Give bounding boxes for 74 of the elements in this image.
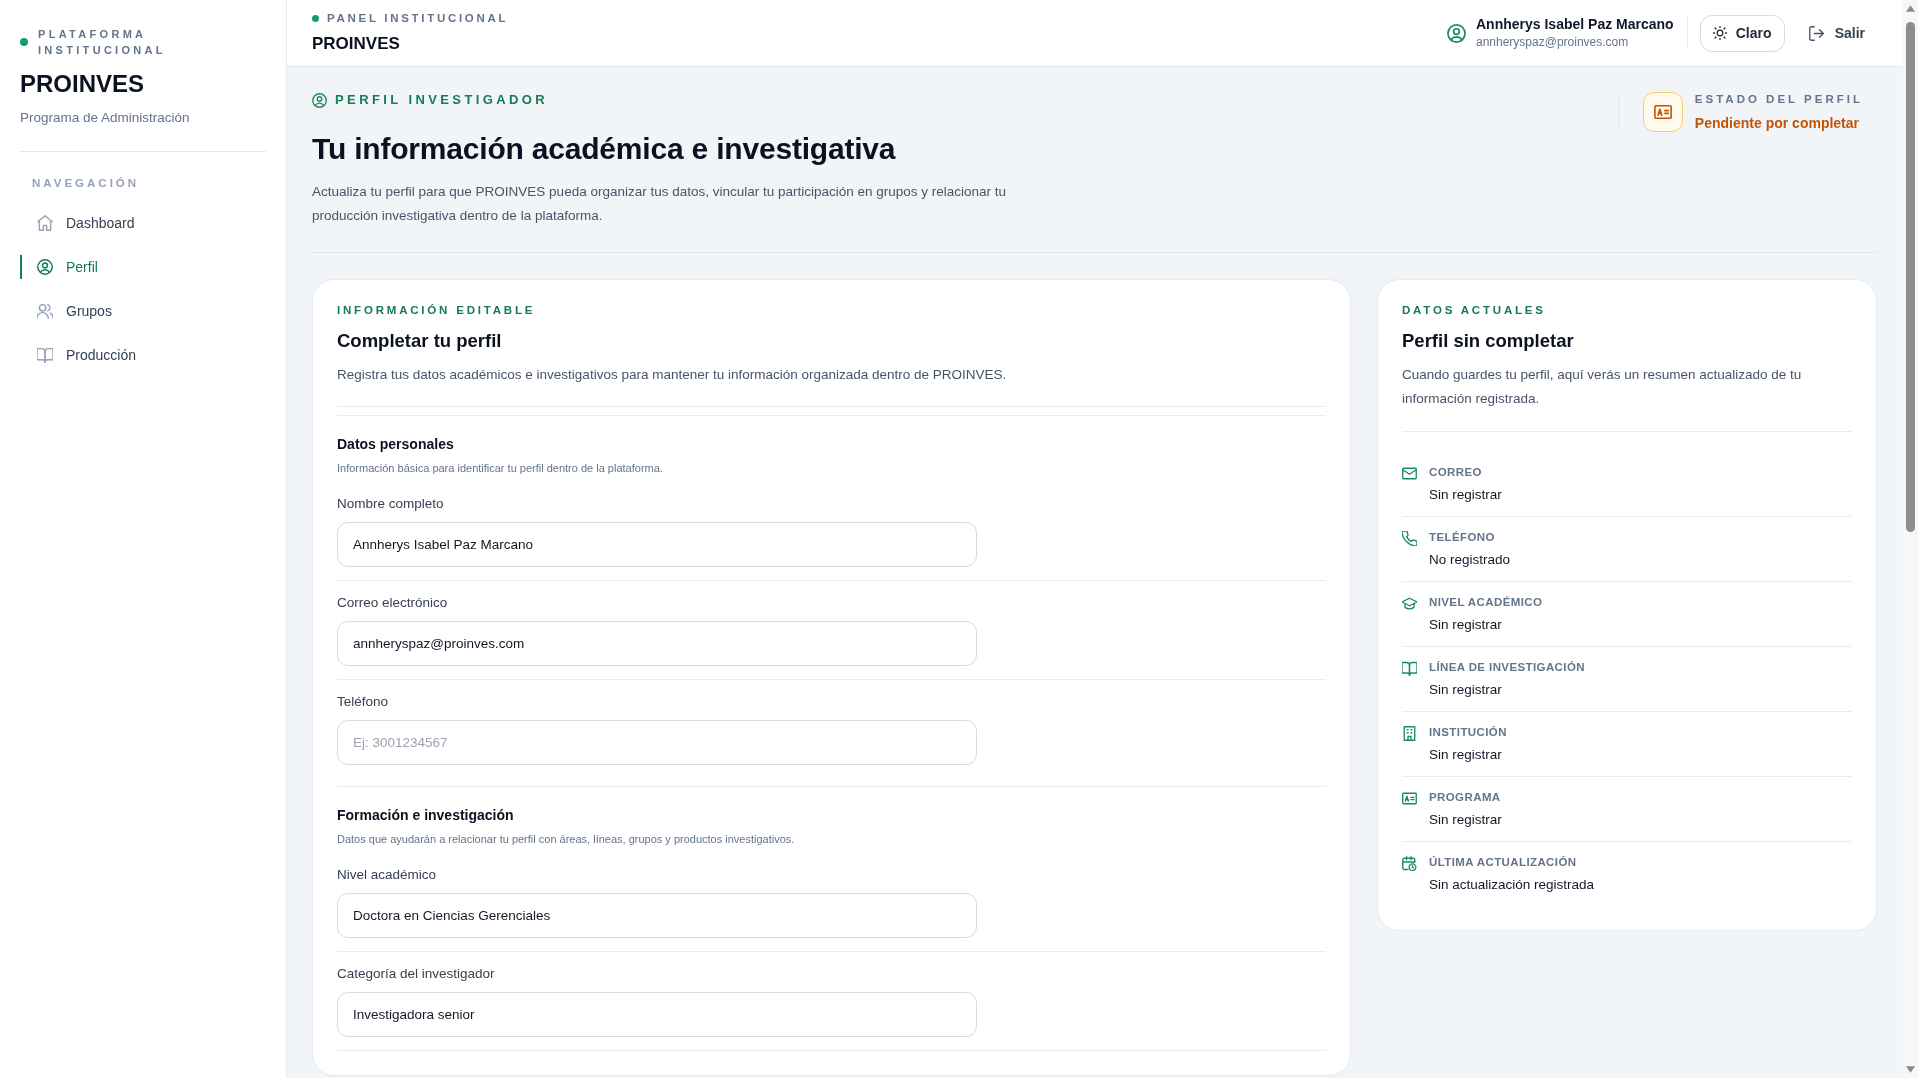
summary-value: No registrado [1429, 551, 1511, 569]
summary-value: Sin registrar [1429, 746, 1503, 764]
scroll-up-icon[interactable] [1906, 5, 1915, 12]
section-title: Formación e investigación [337, 806, 515, 824]
card-title: Perfil sin completar [1402, 329, 1575, 353]
summary-value: Sin registrar [1429, 616, 1503, 634]
summary-label: INSTITUCIÓN [1429, 725, 1507, 739]
text-field[interactable]: annheryspaz@proinves.com [337, 621, 977, 666]
summary-label: NIVEL ACADÉMICO [1429, 595, 1543, 609]
summary-label: PROGRAMA [1429, 790, 1502, 804]
platform-label: PLATAFORMA INSTITUCIONAL [38, 27, 167, 58]
field-label: Correo electrónico [337, 594, 448, 612]
page-title: Tu información académica e investigativa [312, 131, 897, 167]
page-description: Actualiza tu perfil para que PROINVES pueda organizar tus datos, vincular tu participación en grupos y relacionar tu producción investigativa dentro de la plataforma. [312, 183, 1008, 225]
user-email: annheryspaz@proinves.com [1476, 35, 1630, 50]
card-title: Completar tu perfil [337, 329, 503, 353]
graduation-cap-icon [1402, 596, 1417, 611]
field-label: Categoría del investigador [337, 965, 495, 983]
card-eyebrow: INFORMACIÓN EDITABLE [337, 303, 537, 317]
text-field[interactable]: Doctora en Ciencias Gerenciales [337, 893, 977, 938]
theme-button[interactable]: Claro [1699, 14, 1785, 52]
building-icon [1402, 726, 1417, 741]
user-circle-icon [37, 259, 53, 275]
summary-label: LÍNEA DE INVESTIGACIÓN [1429, 660, 1585, 674]
phone-icon [1402, 531, 1417, 546]
nav-item[interactable]: Perfil [20, 255, 266, 279]
field-label: Teléfono [337, 693, 389, 711]
nav-item[interactable]: Dashboard [20, 211, 266, 235]
summary-label: ÚLTIMA ACTUALIZACIÓN [1429, 855, 1578, 869]
sun-icon [1712, 26, 1727, 40]
nav-item[interactable]: Grupos [20, 299, 266, 323]
open-book-icon [1402, 661, 1417, 676]
card-description: Registra tus datos académicos e investigativos para mantener tu información organizada dentro de PROINVES. [337, 366, 1008, 384]
calendar-clock-icon [1402, 856, 1417, 871]
section-hint: Datos que ayudarán a relacionar tu perfil con áreas, líneas, grupos y productos investigativos. [337, 832, 796, 847]
page-eyebrow: PERFIL INVESTIGADOR [335, 92, 549, 108]
section-hint: Información básica para identificar tu perfil dentro de la plataforma. [337, 461, 664, 476]
card-eyebrow: DATOS ACTUALES [1402, 303, 1547, 317]
brand-subtitle: Programa de Administración [20, 109, 191, 127]
summary-label: TELÉFONO [1429, 530, 1496, 544]
panel-label: PANEL INSTITUCIONAL [327, 11, 509, 25]
nav-heading: NAVEGACIÓN [32, 176, 141, 190]
status-label: ESTADO DEL PERFIL [1694, 92, 1863, 106]
text-field[interactable]: Ej: 3001234567 [337, 720, 977, 765]
envelope-icon [1402, 466, 1417, 481]
home-icon [37, 215, 53, 231]
users-icon [37, 303, 53, 319]
nav-item[interactable]: Producción [20, 343, 266, 367]
scrollbar-thumb[interactable] [1906, 22, 1915, 532]
id-card-icon [1402, 791, 1417, 806]
text-field[interactable]: Investigadora senior [337, 992, 977, 1037]
section-title: Datos personales [337, 435, 455, 453]
summary-value: Sin actualización registrada [1429, 876, 1595, 894]
summary-value: Sin registrar [1429, 486, 1502, 504]
user-circle-icon [312, 92, 327, 108]
logout-button[interactable]: Salir [1808, 25, 1865, 41]
field-label: Nivel académico [337, 866, 437, 884]
brand-title: PROINVES [20, 70, 146, 98]
open-book-icon [37, 347, 53, 363]
id-card-icon [1642, 92, 1683, 132]
logout-icon [1808, 25, 1824, 41]
status-dot-icon [312, 14, 319, 22]
summary-value: Sin registrar [1429, 811, 1502, 829]
card-description: Cuando guardes tu perfil, aquí verás un resumen actualizado de tu información registrada. [1402, 366, 1803, 408]
user-circle-icon [1447, 23, 1466, 43]
user-name: Annherys Isabel Paz Marcano [1476, 16, 1674, 33]
header-title: PROINVES [312, 33, 401, 55]
scroll-down-icon[interactable] [1906, 1066, 1915, 1073]
status-dot-icon [20, 38, 28, 46]
status-value: Pendiente por completar [1694, 115, 1860, 132]
summary-value: Sin registrar [1429, 681, 1503, 699]
summary-label: CORREO [1429, 465, 1483, 479]
field-label: Nombre completo [337, 495, 444, 513]
text-field[interactable]: Annherys Isabel Paz Marcano [337, 522, 977, 567]
